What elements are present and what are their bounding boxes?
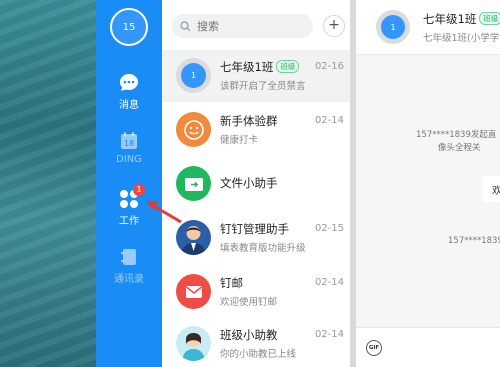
chat-time: 02-16 [314, 61, 344, 72]
desktop-background [0, 0, 96, 367]
chat-preview: 欢迎使用钉邮 [220, 297, 278, 308]
nav-ding-label: DING [116, 154, 142, 165]
file-transfer-icon [176, 166, 211, 201]
system-message: 157****1839 [448, 236, 500, 246]
message-bubble[interactable]: 欢 [482, 176, 500, 202]
gif-icon[interactable]: GIF [366, 340, 382, 356]
group-avatar: 1 [176, 58, 211, 93]
add-button[interactable]: + [323, 15, 345, 37]
chat-bubble-icon [118, 72, 140, 94]
svg-text:18: 18 [124, 139, 134, 148]
chat-time: 02-14 [314, 329, 344, 340]
nav-contacts[interactable]: 通讯录 [96, 246, 162, 285]
nav-contacts-label: 通讯录 [114, 274, 144, 285]
chat-name: 钉邮 [220, 276, 243, 290]
chat-preview: 该群开启了全员禁言 [220, 81, 306, 92]
person-avatar [176, 220, 211, 255]
chat-item-mail[interactable]: 钉邮 欢迎使用钉邮 02-14 [162, 266, 350, 318]
conversation-avatar[interactable]: 1 [376, 10, 410, 44]
search-icon [180, 20, 191, 31]
nav-messages-label: 消息 [119, 100, 139, 111]
chat-name: 七年级1班 班级 [220, 59, 300, 75]
mail-icon [176, 274, 211, 309]
user-avatar[interactable]: 15 [110, 8, 148, 46]
contacts-book-icon [118, 246, 140, 268]
chat-item-class-assistant[interactable]: 班级小助教 你的小助教已上线 02-14 [162, 318, 350, 367]
conversation-pane: 1 七年级1班 班级 七年级1班(小学学 157****1839发起直 像头全程关… [356, 0, 500, 367]
chat-preview: 填表教育版功能升级 [220, 243, 306, 254]
chat-time: 02-15 [314, 223, 344, 234]
smile-avatar-icon [176, 112, 211, 147]
chat-item-admin-assistant[interactable]: 钉钉管理助手 填表教育版功能升级 02-15 [162, 212, 350, 264]
chat-time: 02-14 [314, 277, 344, 288]
calendar-icon: 18 [118, 130, 140, 152]
class-tag: 班级 [276, 60, 300, 73]
chat-name: 文件小助手 [220, 176, 278, 190]
nav-work[interactable]: 1 工作 [96, 184, 162, 227]
composer-toolbar: GIF [356, 327, 500, 367]
search-box[interactable] [172, 14, 313, 38]
chat-preview: 健康打卡 [220, 135, 259, 146]
nav-messages[interactable]: 消息 [96, 72, 162, 111]
nav-rail: 15 消息 18 DING 1 工作 通讯录 [96, 0, 162, 367]
chat-time: 02-14 [314, 115, 344, 126]
chat-name: 钉钉管理助手 [220, 222, 289, 236]
conversation-list: + 1 七年级1班班级 该群开启了全员禁言 02-16 新手体验群 健康打卡 0… [162, 0, 350, 367]
teacher-avatar [176, 326, 211, 361]
chat-item-newbie-group[interactable]: 新手体验群 健康打卡 02-14 [162, 104, 350, 156]
conversation-title[interactable]: 七年级1班 班级 [423, 11, 500, 27]
search-input[interactable] [197, 19, 297, 33]
chat-item-file-assistant[interactable]: 文件小助手 [162, 158, 350, 210]
conversation-header: 1 七年级1班 班级 七年级1班(小学学 [356, 0, 500, 55]
system-message: 像头全程关 [438, 143, 481, 153]
work-badge: 1 [133, 184, 145, 196]
chat-name: 新手体验群 [220, 114, 278, 128]
chat-item-class-group[interactable]: 1 七年级1班 班级 该群开启了全员禁言 02-16 [162, 50, 350, 102]
chat-name: 班级小助教 [220, 328, 278, 342]
conversation-subtitle: 七年级1班(小学学 [423, 33, 500, 44]
nav-ding[interactable]: 18 DING [96, 130, 162, 165]
system-message: 157****1839发起直 [416, 130, 497, 140]
class-tag: 班级 [479, 12, 500, 25]
chat-preview: 你的小助教已上线 [220, 349, 297, 360]
nav-work-label: 工作 [119, 216, 139, 227]
